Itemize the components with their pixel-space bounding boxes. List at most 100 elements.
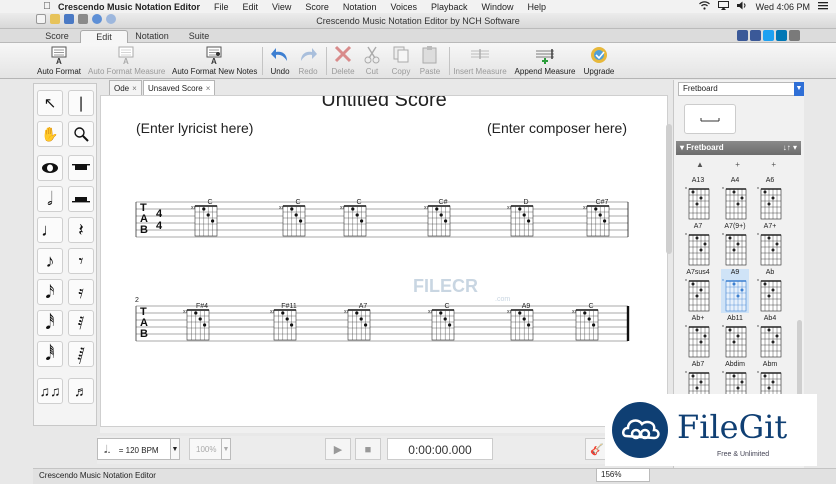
whole-note-tool[interactable] [37,155,63,181]
menu-extras-icon[interactable] [818,1,828,12]
plus-icon[interactable]: + [771,160,776,169]
plus-icon[interactable]: + [735,160,740,169]
quarter-rest-tool[interactable]: 𝄽 [68,217,94,243]
whole-rest-tool[interactable] [68,155,94,181]
panel-selector[interactable]: Fretboard ▼ [678,82,804,96]
library-chord[interactable]: A7sus4 x [684,269,712,313]
chord-diagram[interactable]: C#7xx [583,199,610,237]
auto-format-new-notes-button[interactable]: A Auto Format New Notes [172,45,257,77]
library-chord[interactable]: A7+ x [756,223,784,267]
delete-button[interactable]: Delete [330,45,356,77]
menu-playback[interactable]: Playback [431,2,468,12]
print-icon[interactable] [78,14,88,24]
chord-diagram[interactable]: Cxx [428,303,455,341]
score-canvas[interactable]: Untitled Score (Enter lyricist here) (En… [100,95,668,427]
new-icon[interactable] [36,14,46,24]
doc-tab-unsaved-score[interactable]: Unsaved Score × [143,80,216,95]
score-horizontal-scrollbar[interactable] [100,427,668,433]
help-icon[interactable] [789,30,800,41]
menu-edit[interactable]: Edit [243,2,259,12]
append-measure-button[interactable]: Append Measure [514,45,576,77]
zoom-tool[interactable] [68,121,94,147]
tempo-field[interactable]: 𝅗𝅥. = 120 BPM [97,438,179,460]
sixteenth-rest-tool[interactable]: 𝄿 [68,279,94,305]
playback-zoom-dropdown[interactable]: ▼ [221,438,231,460]
library-chord[interactable]: A13 x [684,177,712,221]
menu-notation[interactable]: Notation [343,2,377,12]
chevron-down-icon[interactable]: ▼ [794,82,804,96]
library-chord[interactable]: A4 x [721,177,749,221]
arrow-up-icon[interactable]: ▲ [696,160,704,169]
thirtysecond-note-tool[interactable]: 𝅘𝅥𝅰 [37,310,63,336]
play-button[interactable]: ▶ [325,438,351,460]
copy-button[interactable]: Copy [388,45,414,77]
sixtyfourth-rest-tool[interactable]: 𝅁 [68,341,94,367]
library-chord[interactable]: Ab x [756,269,784,313]
chord-diagram[interactable]: C#xx [424,199,451,237]
cut-button[interactable]: Cut [360,45,384,77]
chord-diagram[interactable]: Cxx [191,199,218,237]
menu-help[interactable]: Help [528,2,547,12]
paste-button[interactable]: Paste [416,45,444,77]
library-chord[interactable]: A7(9+) x [721,223,749,267]
menu-voices[interactable]: Voices [390,2,417,12]
library-chord[interactable]: A6 x [756,177,784,221]
menu-score[interactable]: Score [305,2,329,12]
chord-diagram[interactable]: F#11xx [270,303,297,341]
library-chord[interactable]: A7 x [684,223,712,267]
upgrade-button[interactable]: Upgrade [582,45,616,77]
tab-score[interactable]: Score [36,30,78,43]
score-vertical-scrollbar[interactable] [666,124,672,254]
volume-icon[interactable] [736,1,748,12]
eighth-note-tool[interactable]: ♪ [37,248,63,274]
tab-notation[interactable]: Notation [130,30,174,43]
auto-format-button[interactable]: A Auto Format [36,45,82,77]
close-icon[interactable]: × [206,84,211,93]
tab-edit[interactable]: Edit [80,30,128,43]
select-cursor-tool[interactable]: ↖ [37,90,63,116]
doc-tab-ode[interactable]: Ode × [109,80,142,95]
menu-view[interactable]: View [272,2,291,12]
chord-diagram[interactable]: A7xx [344,303,371,341]
auto-format-measure-button[interactable]: A Auto Format Measure [88,45,165,77]
linkedin-icon[interactable] [776,30,787,41]
close-icon[interactable]: × [132,84,137,93]
airplay-icon[interactable] [717,1,729,12]
redo-button[interactable]: Redo [296,45,320,77]
sort-icon[interactable]: ↓↑ ▾ [783,141,797,155]
fretboard-section-header[interactable]: ▾ Fretboard ↓↑ ▾ [676,141,801,155]
menu-window[interactable]: Window [482,2,514,12]
sixtyfourth-note-tool[interactable]: 𝅘𝅥𝅱 [37,341,63,367]
chord-diagram[interactable]: A9xx [507,303,534,341]
collapse-icon[interactable]: ▾ [680,143,684,152]
hand-tool[interactable]: ✋ [37,121,63,147]
chord-diagram[interactable]: Cxx [340,199,367,237]
like-icon[interactable] [737,30,748,41]
sixteenth-note-tool[interactable]: 𝅘𝅥𝅯 [37,279,63,305]
chord-diagram[interactable]: Cxx [279,199,306,237]
beamed-sixteenths-tool[interactable]: ♬ [68,378,94,404]
save-icon[interactable] [64,14,74,24]
half-note-tool[interactable]: 𝅗𝅥 [37,186,63,212]
insert-measure-button[interactable]: Insert Measure [452,45,508,77]
chord-diagram[interactable]: F#4xx [183,303,210,341]
thirtysecond-rest-tool[interactable]: 𝅀 [68,310,94,336]
apple-icon[interactable]:  [36,1,58,12]
library-chord[interactable]: A9 x [721,269,749,313]
library-chord[interactable]: Ab11 x [721,315,749,359]
barline-tool[interactable]: ❘ [68,90,94,116]
menu-file[interactable]: File [214,2,229,12]
library-chord[interactable]: Ab4 x [756,315,784,359]
facebook-icon[interactable] [750,30,761,41]
stop-button[interactable]: ■ [355,438,381,460]
tempo-dropdown[interactable]: ▼ [170,438,180,460]
library-chord[interactable]: Ab+ x [684,315,712,359]
half-rest-tool[interactable] [68,186,94,212]
chord-diagram[interactable]: Cxx [572,303,599,341]
tab-suite[interactable]: Suite [178,30,220,43]
quarter-note-tool[interactable]: ♩ [37,217,63,243]
wifi-icon[interactable] [698,1,710,12]
app-menu[interactable]: Crescendo Music Notation Editor [58,2,200,12]
quick-redo-icon[interactable] [106,14,116,24]
menubar-clock[interactable]: Wed 4:06 PM [756,2,810,12]
